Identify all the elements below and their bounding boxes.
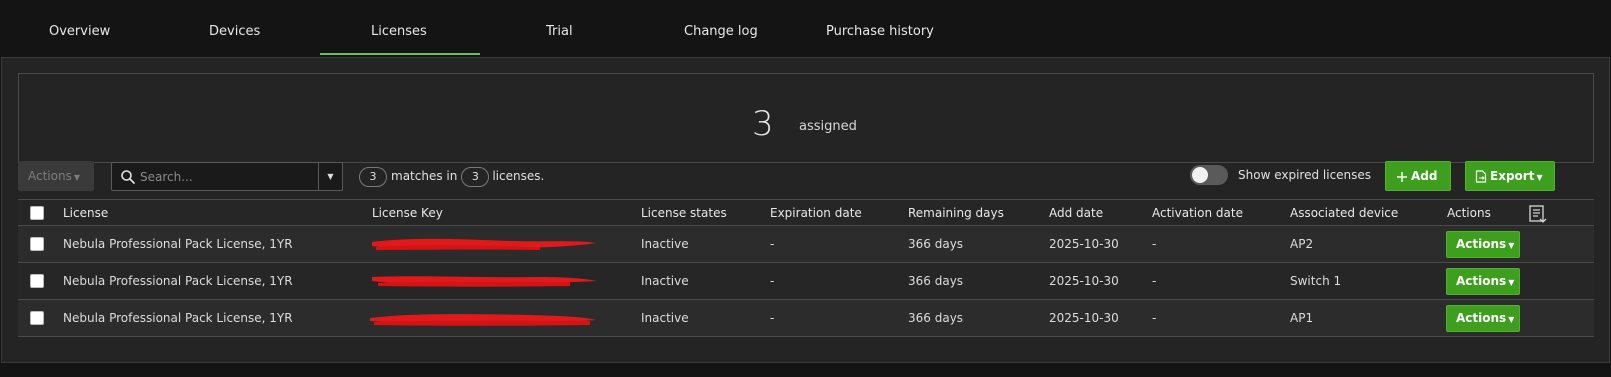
assigned-summary-box: 3 assigned — [18, 73, 1594, 163]
row-checkbox[interactable] — [30, 237, 44, 251]
table-row[interactable]: Nebula Professional Pack License, 1YR In… — [18, 263, 1594, 300]
add-date: 2025-10-30 — [1049, 237, 1119, 251]
row-actions-button[interactable]: Actions ▼ — [1446, 305, 1520, 332]
column-header-license-states[interactable]: License states — [641, 206, 727, 220]
expiration-date: - — [770, 274, 775, 288]
show-expired-toggle[interactable] — [1190, 165, 1228, 185]
table-row[interactable]: Nebula Professional Pack License, 1YR In… — [18, 226, 1594, 263]
row-actions-label: Actions — [1456, 274, 1507, 288]
chevron-down-icon: ▼ — [1508, 315, 1515, 324]
associated-device[interactable]: AP2 — [1290, 237, 1313, 251]
column-header-associated-device[interactable]: Associated device — [1290, 206, 1398, 220]
licenses-count-badge: 3 — [461, 167, 490, 187]
row-actions-label: Actions — [1456, 237, 1507, 251]
redacted-license-key — [370, 314, 596, 326]
activation-date: - — [1152, 274, 1157, 288]
add-button[interactable]: Add — [1385, 161, 1451, 191]
toolbar: Actions▼ ▼ 3matches in3licenses. Show ex… — [18, 161, 1594, 193]
remaining-days: 366 days — [908, 311, 964, 325]
matches-count-badge: 3 — [359, 167, 387, 187]
redacted-license-key — [372, 276, 596, 287]
table-row[interactable]: Nebula Professional Pack License, 1YR In… — [18, 300, 1594, 337]
license-state: Inactive — [641, 237, 689, 251]
license-name: Nebula Professional Pack License, 1YR — [63, 237, 293, 251]
column-header-add-date[interactable]: Add date — [1049, 206, 1103, 220]
search-box: ▼ — [111, 162, 343, 191]
row-checkbox[interactable] — [30, 311, 44, 325]
licenses-table: License License Key License states Expir… — [18, 199, 1594, 337]
chevron-down-icon: ▼ — [327, 172, 334, 181]
export-button[interactable]: Export ▼ — [1465, 161, 1555, 191]
row-actions-button[interactable]: Actions ▼ — [1446, 268, 1520, 295]
toggle-knob — [1192, 167, 1208, 183]
column-header-expiration-date[interactable]: Expiration date — [770, 206, 862, 220]
row-actions-label: Actions — [1456, 311, 1507, 325]
chevron-down-icon: ▼ — [1536, 173, 1543, 182]
match-summary: 3 matches in 3 licenses. — [359, 167, 544, 187]
table-header: License License Key License states Expir… — [18, 199, 1594, 226]
active-tab-indicator — [320, 53, 480, 55]
tab-bar: Overview Devices Licenses Trial Change l… — [0, 0, 1611, 56]
add-label: Add — [1411, 169, 1438, 183]
tab-overview[interactable]: Overview — [49, 24, 110, 39]
bulk-actions-label: Actions — [28, 169, 72, 183]
add-date: 2025-10-30 — [1049, 311, 1119, 325]
chevron-down-icon: ▼ — [1508, 241, 1515, 250]
activation-date: - — [1152, 237, 1157, 251]
activation-date: - — [1152, 311, 1157, 325]
license-name: Nebula Professional Pack License, 1YR — [63, 311, 293, 325]
column-header-activation-date[interactable]: Activation date — [1152, 206, 1243, 220]
licenses-panel: 3 assigned Actions▼ ▼ 3matches in3licens… — [1, 57, 1610, 363]
associated-device[interactable]: AP1 — [1290, 311, 1313, 325]
bulk-actions-button[interactable]: Actions ▼ — [18, 161, 94, 191]
column-header-license[interactable]: License — [63, 206, 108, 220]
column-header-license-key[interactable]: License Key — [372, 206, 443, 220]
search-filter-dropdown[interactable]: ▼ — [318, 163, 342, 190]
licenses-text: licenses. — [492, 169, 545, 183]
license-state: Inactive — [641, 311, 689, 325]
tab-purchase-history[interactable]: Purchase history — [826, 24, 934, 39]
export-label: Export — [1490, 169, 1535, 183]
tab-devices[interactable]: Devices — [209, 24, 260, 39]
export-file-icon — [1475, 170, 1487, 183]
chevron-down-icon: ▼ — [1508, 278, 1515, 287]
row-actions-button[interactable]: Actions ▼ — [1446, 231, 1520, 258]
matches-text: matches in — [391, 169, 458, 183]
remaining-days: 366 days — [908, 237, 964, 251]
expiration-date: - — [770, 237, 775, 251]
tab-trial[interactable]: Trial — [546, 24, 573, 39]
search-input[interactable] — [140, 163, 310, 190]
add-date: 2025-10-30 — [1049, 274, 1119, 288]
remaining-days: 366 days — [908, 274, 964, 288]
chevron-down-icon: ▼ — [73, 173, 80, 182]
row-checkbox[interactable] — [30, 274, 44, 288]
assigned-count: 3 — [752, 104, 774, 144]
assigned-label: assigned — [799, 119, 857, 134]
column-header-remaining-days[interactable]: Remaining days — [908, 206, 1004, 220]
license-name: Nebula Professional Pack License, 1YR — [63, 274, 293, 288]
column-header-actions: Actions — [1447, 206, 1491, 220]
redacted-license-key — [372, 238, 596, 250]
license-state: Inactive — [641, 274, 689, 288]
show-expired-label: Show expired licenses — [1238, 168, 1372, 182]
select-all-checkbox[interactable] — [30, 206, 44, 220]
associated-device[interactable]: Switch 1 — [1290, 274, 1341, 288]
expiration-date: - — [770, 311, 775, 325]
column-settings-icon[interactable] — [1528, 204, 1548, 224]
search-icon — [121, 170, 135, 184]
tab-change-log[interactable]: Change log — [684, 24, 758, 39]
tab-licenses[interactable]: Licenses — [371, 24, 427, 39]
plus-icon — [1397, 171, 1407, 182]
